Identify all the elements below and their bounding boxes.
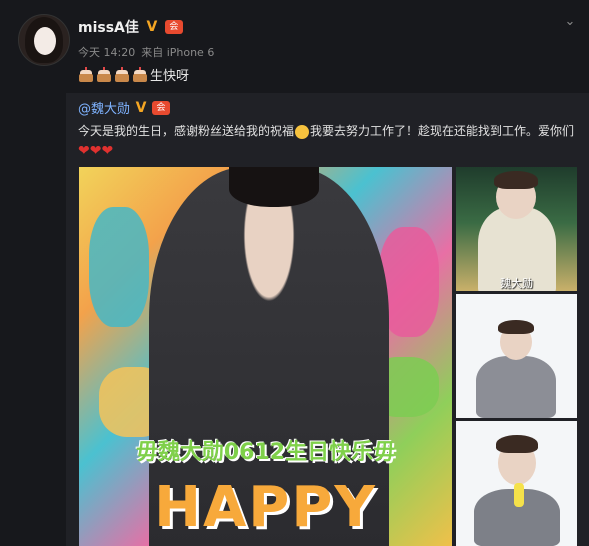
post-source: 来自 iPhone 6 [141, 46, 215, 59]
post-text-content: 生快呀 [150, 69, 190, 84]
repost-username[interactable]: @魏大勋 [78, 98, 130, 117]
repost-text: 今天是我的生日，感谢粉丝送给我的祝福 我要去努力工作了！趁现在还能找到工作。爱你们… [78, 121, 578, 161]
microphone-icon [514, 483, 524, 507]
person-hair [498, 320, 534, 334]
happy-text: HAPPY [154, 475, 377, 540]
verified-icon: V [135, 99, 147, 116]
main-photo[interactable]: 毋魏大勋0612生日快乐毋 HAPPY [79, 167, 452, 546]
sun-emoji-icon [295, 124, 310, 139]
birthday-banner: 毋魏大勋0612生日快乐毋 [135, 440, 396, 465]
member-icon[interactable]: 会 [164, 20, 183, 34]
repost-text-part1: 今天是我的生日，感谢粉丝送给我的祝福 [78, 124, 295, 138]
cake-icon [114, 66, 130, 83]
thumbnail-2[interactable] [456, 294, 577, 418]
cake-icon [96, 66, 112, 83]
heart-icons: ❤❤❤ [78, 143, 114, 159]
post-text: 生快呀 [78, 65, 189, 84]
thumbnail-1[interactable]: 魏大勋 [456, 167, 577, 291]
verified-icon: V [146, 19, 158, 35]
repost-header: @魏大勋 V 会 [78, 98, 171, 117]
person-hair [229, 167, 319, 207]
post-header: missA佳 V 会 [78, 17, 183, 37]
person-figure [476, 356, 556, 418]
post-time[interactable]: 今天 14:20 [78, 44, 135, 60]
username[interactable]: missA佳 [78, 17, 139, 37]
person-hair [494, 171, 538, 189]
cake-icon [78, 66, 94, 83]
repost-text-part2: 我要去努力工作了！趁现在还能找到工作。爱你们 [310, 124, 575, 138]
doodle-decoration [89, 207, 149, 327]
post-meta: 今天 14:20 来自 iPhone 6 [78, 44, 214, 60]
cake-icon [132, 66, 148, 83]
image-watermark: 魏大勋 [500, 277, 533, 290]
avatar[interactable] [18, 14, 70, 66]
member-icon[interactable]: 会 [152, 100, 171, 115]
thumbnail-3[interactable] [456, 421, 577, 546]
person-hair [496, 435, 538, 453]
weibo-post: missA佳 V 会 ⌄ 今天 14:20 来自 iPhone 6 生快呀 @魏… [0, 0, 589, 546]
chevron-down-icon[interactable]: ⌄ [562, 14, 578, 30]
avatar-face [34, 27, 56, 55]
